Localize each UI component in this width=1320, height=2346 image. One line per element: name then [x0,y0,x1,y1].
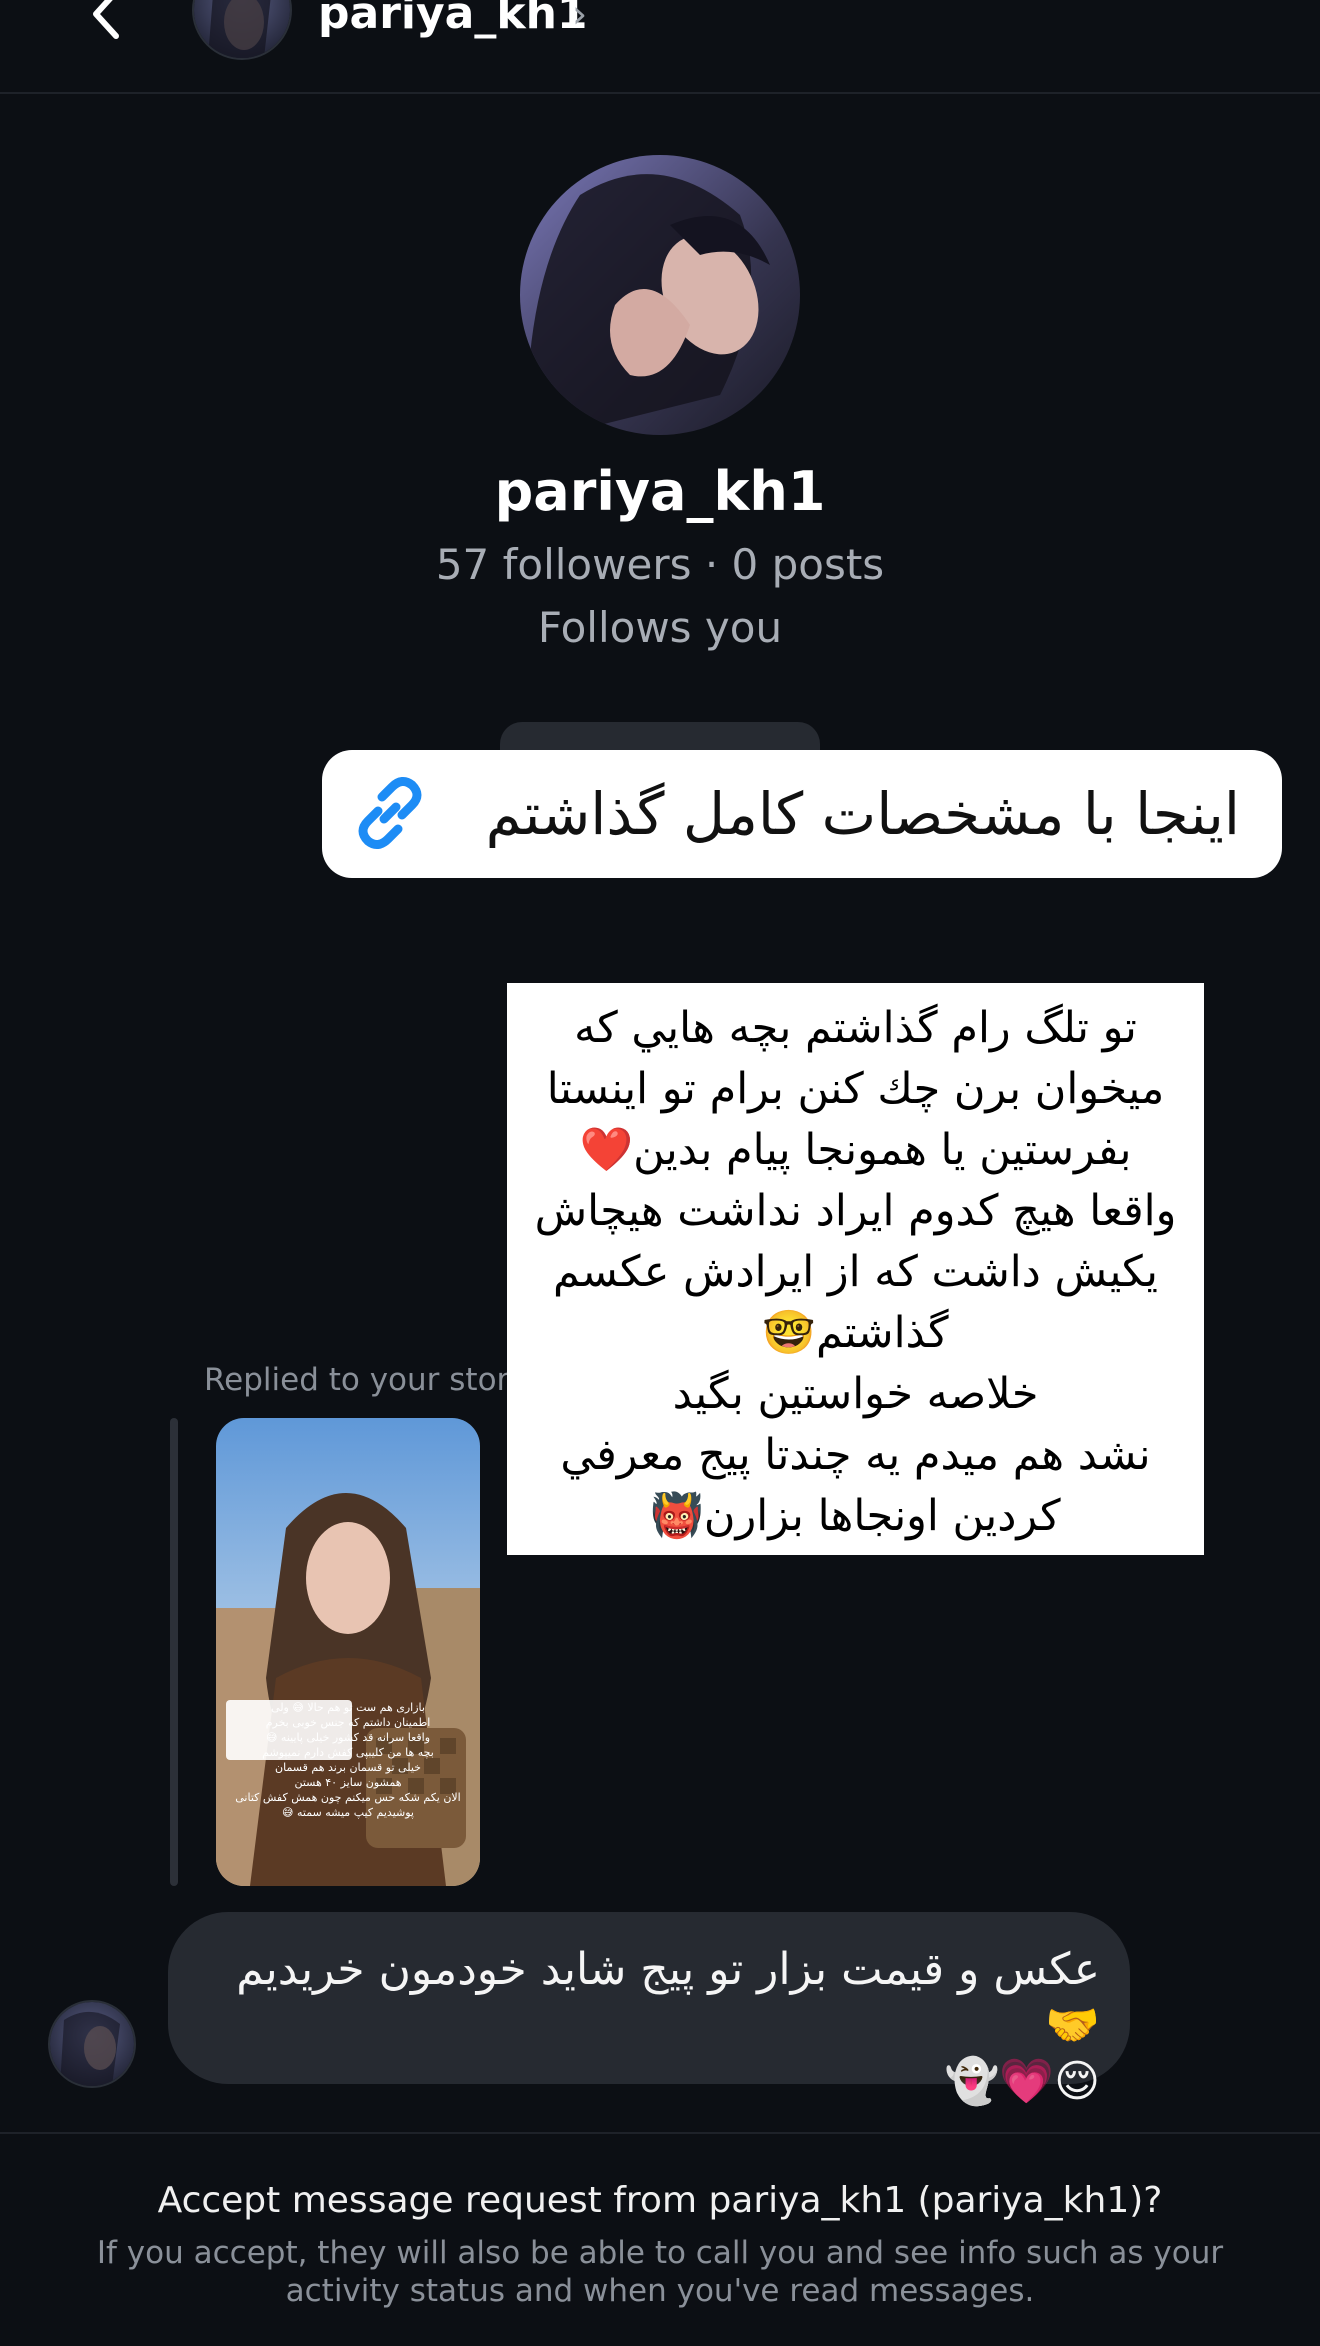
accept-request-title: Accept message request from pariya_kh1 (… [157,2180,1163,2221]
link-sticker-text: اینجا با مشخصات کامل گذاشتم [485,780,1240,848]
reply-indicator-bar [170,1418,178,1886]
link-icon [350,773,430,853]
chevron-right-icon[interactable]: › [572,0,587,38]
profile-stats: 57 followers · 0 posts [435,540,885,589]
follows-you-label: Follows you [537,603,783,652]
story-caption: بازاری هم ست تو هم حالا 😅 ولی اطمینان دا… [235,1701,461,1819]
back-button[interactable] [78,0,138,46]
header-username[interactable]: pariya_kh1 [318,0,588,44]
profile-avatar[interactable] [520,155,800,435]
accept-request-description: If you accept, they will also be able to… [96,2235,1224,2309]
replied-to-story-label: Replied to your stor [204,1362,510,1398]
sender-avatar[interactable] [48,2000,136,2088]
footer-divider [0,2132,1320,2134]
chevron-left-icon [93,0,119,39]
text-box-content: تو تلگ رام گذاشتم بچه هايي كه ميخوان برن… [534,1003,1177,1541]
message-text: عکس و قیمت بزار تو پیج شاید خودمون خریدی… [236,1944,1100,2107]
profile-username: pariya_kh1 [494,460,826,523]
